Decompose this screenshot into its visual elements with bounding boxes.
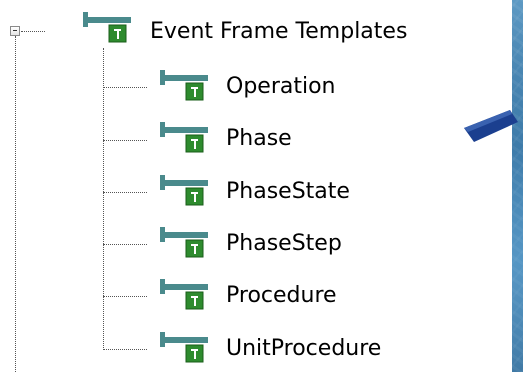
tree-connector <box>103 192 147 193</box>
tree-trunk-line <box>15 36 16 372</box>
tree-view-panel: Event Frame Templates Operation Phase Ph… <box>0 0 512 372</box>
collapse-toggle[interactable] <box>10 26 20 36</box>
tree-node-label: Procedure <box>226 283 337 308</box>
tree-node-label: UnitProcedure <box>226 336 382 361</box>
tree-connector <box>103 296 147 297</box>
tree-connector <box>103 244 147 245</box>
event-frame-template-icon <box>83 12 131 43</box>
event-frame-template-icon <box>160 122 208 153</box>
event-frame-template-icon <box>160 70 208 101</box>
event-frame-template-icon <box>160 332 208 363</box>
event-frame-template-icon <box>160 279 208 310</box>
tree-connector <box>103 140 147 141</box>
tree-connector <box>103 87 147 88</box>
event-frame-template-icon <box>160 227 208 258</box>
tree-node-label: Event Frame Templates <box>150 19 408 44</box>
tree-connector <box>103 349 147 350</box>
tree-node-label: PhaseState <box>226 179 350 204</box>
tree-node-label: PhaseStep <box>226 231 342 256</box>
tree-root-connector <box>21 31 45 32</box>
event-frame-template-icon <box>160 175 208 206</box>
tree-children-line <box>103 48 104 350</box>
tree-node-label: Phase <box>226 126 292 151</box>
pointer-arrow-icon <box>464 110 518 142</box>
tree-node-label: Operation <box>226 74 336 99</box>
